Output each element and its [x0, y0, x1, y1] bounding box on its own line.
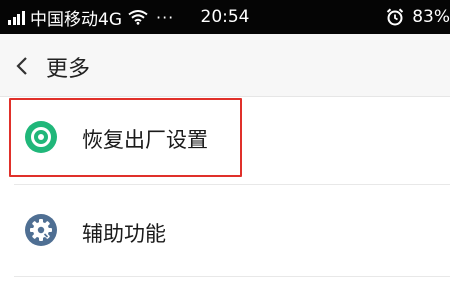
- factory-reset-label: 恢复出厂设置: [82, 128, 208, 152]
- battery-percent: 83%: [412, 7, 450, 27]
- gear-icon: [25, 214, 57, 246]
- wifi-icon: [128, 9, 148, 25]
- header: 更多: [0, 34, 450, 97]
- list-item-factory-reset[interactable]: 恢复出厂设置: [0, 97, 450, 182]
- list-item[interactable]: [0, 277, 450, 300]
- more-icon: ···: [156, 7, 175, 27]
- signal-icon: [8, 9, 26, 25]
- alarm-icon: [385, 7, 405, 27]
- status-right: 83%: [385, 0, 450, 34]
- status-bar: 中国移动4G ··· 20:54 83%: [0, 0, 450, 34]
- list-item-accessibility[interactable]: 辅助功能: [0, 185, 450, 277]
- back-button[interactable]: [10, 52, 34, 80]
- accessibility-label: 辅助功能: [82, 222, 166, 246]
- reset-icon: [25, 121, 57, 153]
- status-left: 中国移动4G ···: [8, 0, 174, 34]
- page-title: 更多: [46, 57, 91, 82]
- carrier-label: 中国移动4G: [30, 9, 122, 30]
- chevron-left-icon: [16, 57, 27, 75]
